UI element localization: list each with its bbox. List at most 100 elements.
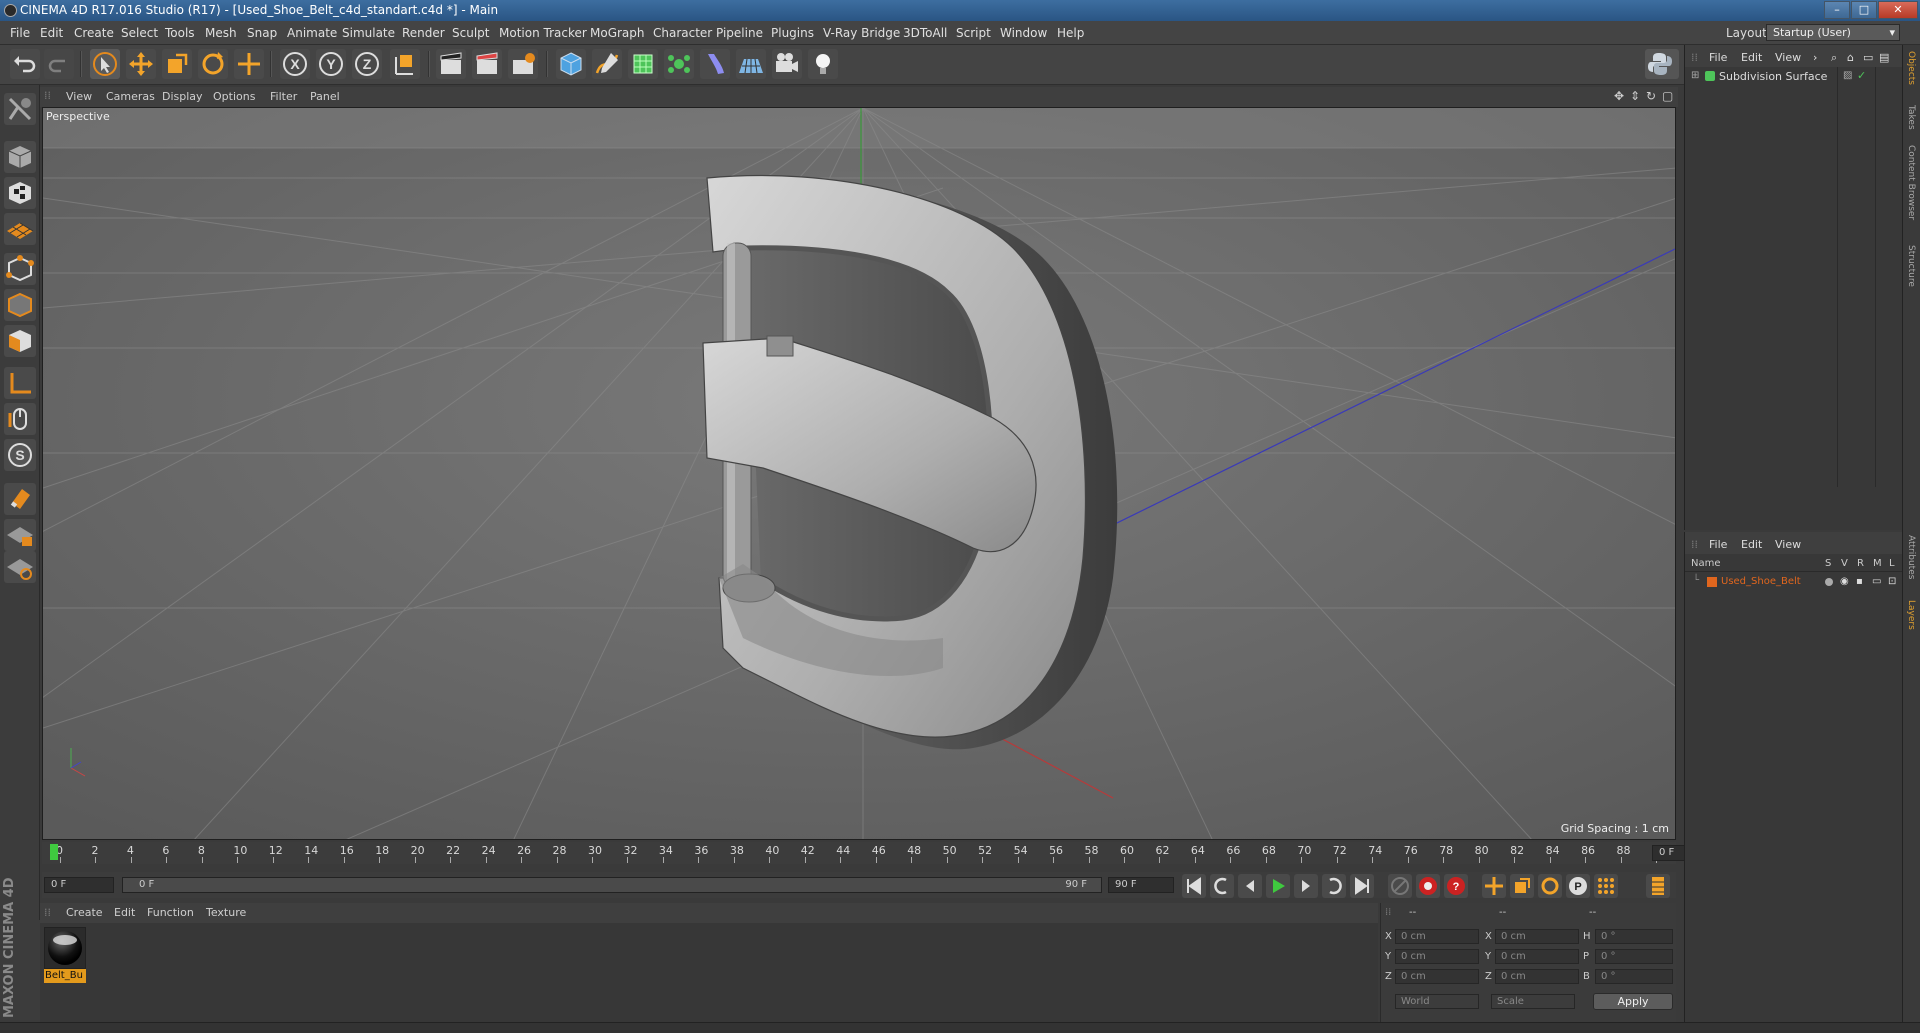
render-settings-button[interactable] <box>508 49 538 79</box>
menu-tools[interactable]: Tools <box>165 26 195 40</box>
viewport-menu-display[interactable]: Display <box>162 90 203 103</box>
frame-range-slider[interactable]: 0 F 90 F <box>122 877 1102 893</box>
search-icon[interactable]: ⌕ <box>1831 51 1837 65</box>
redo-button[interactable] <box>44 49 74 79</box>
add-mograph-button[interactable] <box>664 49 694 79</box>
pos-x-field[interactable]: 0 cm <box>1395 929 1479 944</box>
timeline-ruler[interactable]: 0 2 4 6 8 10 12 14 16 18 20 22 24 26 28 30 32 34 36 38 40 42 4… <box>42 842 1720 864</box>
panel-menu-icon[interactable]: ▤ <box>1879 51 1889 64</box>
close-button[interactable]: ✕ <box>1878 1 1918 19</box>
menu-3dtoall[interactable]: 3DToAll <box>903 26 947 40</box>
material-menu-edit[interactable]: Edit <box>114 906 135 919</box>
record-parameter-button[interactable]: P <box>1566 874 1590 898</box>
keyframe-selection-button[interactable] <box>1388 874 1412 898</box>
tab-layers[interactable]: Layers <box>1906 600 1916 630</box>
tab-structure[interactable]: Structure <box>1906 245 1916 287</box>
menu-mesh[interactable]: Mesh <box>205 26 237 40</box>
play-button[interactable] <box>1266 874 1290 898</box>
tab-attributes[interactable]: Attributes <box>1906 535 1916 579</box>
menu-motion-tracker[interactable]: Motion Tracker <box>499 26 587 40</box>
menu-edit[interactable]: Edit <box>40 26 63 40</box>
rot-p-field[interactable]: 0 ° <box>1595 949 1673 964</box>
planar-workplane-button[interactable] <box>4 551 36 583</box>
object-row-subdivision-surface[interactable]: ⊞ Subdivision Surface ▨ ✓ <box>1685 67 1903 487</box>
add-light-button[interactable] <box>808 49 838 79</box>
menu-snap[interactable]: Snap <box>247 26 277 40</box>
menu-animate[interactable]: Animate <box>287 26 337 40</box>
move-tool-button[interactable] <box>126 49 156 79</box>
record-scale-button[interactable] <box>1510 874 1534 898</box>
material-menu-function[interactable]: Function <box>147 906 194 919</box>
tweak-mode-button[interactable] <box>4 403 36 435</box>
size-y-field[interactable]: 0 cm <box>1495 949 1579 964</box>
material-menu-texture[interactable]: Texture <box>206 906 246 919</box>
add-environment-button[interactable] <box>736 49 766 79</box>
apply-button[interactable]: Apply <box>1593 993 1673 1010</box>
zoom-view-icon[interactable]: ⇕ <box>1630 89 1640 103</box>
menu-render[interactable]: Render <box>402 26 445 40</box>
expand-icon[interactable]: ⊞ <box>1691 70 1699 81</box>
coordinate-system-button[interactable] <box>390 49 420 79</box>
make-editable-button[interactable] <box>4 93 36 125</box>
axis-mode-button[interactable] <box>4 367 36 399</box>
menu-mograph[interactable]: MoGraph <box>590 26 645 40</box>
object-menu-file[interactable]: File <box>1709 51 1727 64</box>
solo-dot-icon[interactable] <box>1825 578 1833 586</box>
material-menu-create[interactable]: Create <box>66 906 103 919</box>
record-button[interactable] <box>1416 874 1440 898</box>
viewport-menu-view[interactable]: View <box>66 90 92 103</box>
menu-window[interactable]: Window <box>1000 26 1047 40</box>
texture-mode-button[interactable] <box>4 177 36 209</box>
eye-icon[interactable]: ◉ <box>1840 576 1849 587</box>
enable-snap-button[interactable] <box>4 483 36 515</box>
viewport-menu-cameras[interactable]: Cameras <box>106 90 155 103</box>
minimize-button[interactable]: – <box>1824 1 1850 19</box>
menu-script[interactable]: Script <box>956 26 991 40</box>
layer-row[interactable]: └ Used_Shoe_Belt ◉ ▪ ▭ ⊡ <box>1685 574 1903 590</box>
material-name-label[interactable]: Belt_Bu <box>44 969 86 983</box>
edges-mode-button[interactable] <box>4 289 36 321</box>
go-to-start-button[interactable] <box>1182 874 1206 898</box>
add-camera-button[interactable] <box>772 49 802 79</box>
size-mode-dropdown[interactable]: Scale <box>1491 994 1575 1009</box>
size-z-field[interactable]: 0 cm <box>1495 969 1579 984</box>
menu-select[interactable]: Select <box>121 26 158 40</box>
menu-pipeline[interactable]: Pipeline <box>716 26 763 40</box>
record-position-button[interactable] <box>1482 874 1506 898</box>
start-frame-field[interactable]: 0 F <box>44 877 114 893</box>
previous-key-button[interactable] <box>1210 874 1234 898</box>
layer-menu-view[interactable]: View <box>1775 538 1801 551</box>
menu-create[interactable]: Create <box>74 26 114 40</box>
menu-file[interactable]: File <box>10 26 30 40</box>
model-mode-button[interactable] <box>4 141 36 173</box>
add-deformer-button[interactable] <box>700 49 730 79</box>
menu-plugins[interactable]: Plugins <box>771 26 814 40</box>
material-swatch[interactable] <box>44 927 86 969</box>
layer-menu-file[interactable]: File <box>1709 538 1727 551</box>
object-menu-view[interactable]: View <box>1775 51 1801 64</box>
menu-simulate[interactable]: Simulate <box>342 26 395 40</box>
rotate-tool-button[interactable] <box>198 49 228 79</box>
add-generator-button[interactable] <box>628 49 658 79</box>
record-point-level-button[interactable] <box>1594 874 1618 898</box>
coord-system-dropdown[interactable]: World <box>1395 994 1479 1009</box>
home-icon[interactable]: ⌂ <box>1847 51 1854 64</box>
record-rotation-button[interactable] <box>1538 874 1562 898</box>
maximize-button[interactable]: □ <box>1851 1 1877 19</box>
next-key-button[interactable] <box>1322 874 1346 898</box>
add-spline-button[interactable] <box>592 49 622 79</box>
new-view-icon[interactable]: ▭ <box>1863 51 1873 64</box>
tab-takes[interactable]: Takes <box>1906 105 1916 130</box>
object-menu-edit[interactable]: Edit <box>1741 51 1762 64</box>
tab-content-browser[interactable]: Content Browser <box>1906 145 1916 220</box>
tab-objects[interactable]: Objects <box>1906 51 1916 85</box>
points-mode-button[interactable] <box>4 253 36 285</box>
python-button[interactable] <box>1645 49 1679 79</box>
next-frame-button[interactable] <box>1294 874 1318 898</box>
menu-vray-bridge[interactable]: V-Ray Bridge <box>823 26 900 40</box>
viewport-menu-filter[interactable]: Filter <box>270 90 297 103</box>
chevron-right-icon[interactable]: › <box>1813 51 1817 64</box>
viewport-menu-options[interactable]: Options <box>213 90 255 103</box>
render-view-button[interactable] <box>436 49 466 79</box>
manager-icon[interactable]: ▭ <box>1872 576 1881 587</box>
